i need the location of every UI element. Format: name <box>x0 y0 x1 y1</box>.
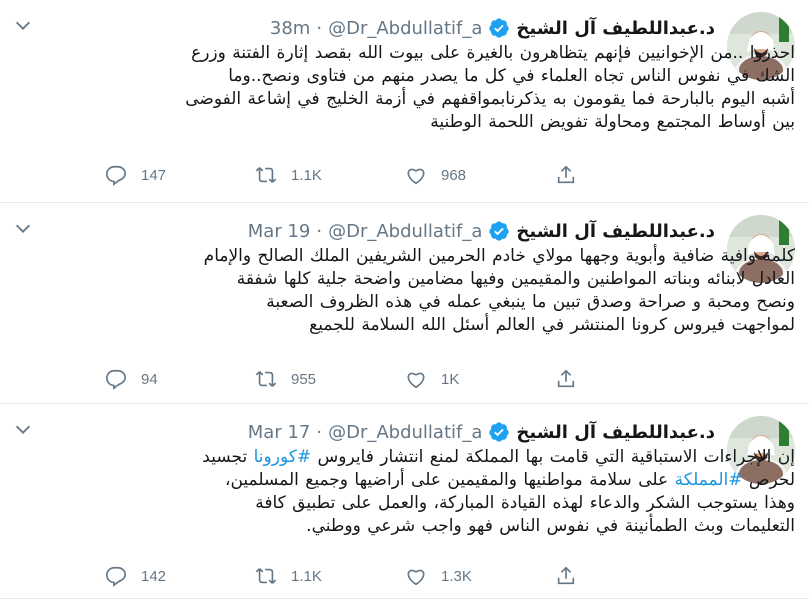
reply-icon <box>106 369 126 390</box>
retweet-icon <box>255 568 277 584</box>
reply-button[interactable]: 94 <box>105 368 255 390</box>
tweet-text-line: الشك في نفوس الناس تجاه العلماء في كل ما… <box>228 66 795 86</box>
tweet-header: د.عبداللطيف آل الشيخ @Dr_Abdullatif_a · … <box>270 14 715 42</box>
hashtag-link[interactable]: #المملكة <box>675 470 743 490</box>
tweet-timestamp[interactable]: Mar 17 <box>248 422 311 443</box>
chevron-down-icon[interactable] <box>12 217 34 239</box>
separator-dot: · <box>316 220 323 242</box>
share-button[interactable] <box>555 368 705 390</box>
author-name[interactable]: د.عبداللطيف آل الشيخ <box>516 18 715 39</box>
like-count: 1.3K <box>441 567 472 585</box>
reply-button[interactable]: 147 <box>105 164 255 186</box>
reply-count: 142 <box>141 567 167 585</box>
hashtag-link[interactable]: #كورونا <box>254 447 311 467</box>
tweet-text-line: لمواجهت فيروس كرونا المنتشر في العالم أس… <box>309 315 795 335</box>
retweet-icon <box>255 371 277 387</box>
tweet-header: د.عبداللطيف آل الشيخ @Dr_Abdullatif_a · … <box>248 418 715 446</box>
text-segment: إن الإجراءات الاستباقية التي قامت بها ال… <box>317 447 795 467</box>
verified-badge-icon <box>488 17 510 39</box>
tweet-text: إن الإجراءات الاستباقية التي قامت بها ال… <box>30 446 795 538</box>
tweet-text-line: لحرص #المملكة على سلامة مواطنيها والمقيم… <box>30 469 795 492</box>
author-name[interactable]: د.عبداللطيف آل الشيخ <box>516 221 715 242</box>
author-handle[interactable]: @Dr_Abdullatif_a <box>328 422 482 443</box>
tweet-timestamp[interactable]: Mar 19 <box>248 221 311 242</box>
text-segment: لحرص <box>748 470 795 490</box>
tweet-header: د.عبداللطيف آل الشيخ @Dr_Abdullatif_a · … <box>248 217 715 245</box>
like-button[interactable]: 968 <box>405 164 555 186</box>
share-icon <box>557 369 575 388</box>
like-button[interactable]: 1K <box>405 368 555 390</box>
reply-button[interactable]: 142 <box>105 565 255 587</box>
tweet-text-line: أشبه اليوم بالبارحة فما يقومون به يذكرنا… <box>185 89 795 109</box>
tweet[interactable]: د.عبداللطيف آل الشيخ @Dr_Abdullatif_a · … <box>0 0 809 203</box>
share-icon <box>557 566 575 585</box>
tweet-actions: 147 1.1K 968 <box>105 160 705 190</box>
like-count: 968 <box>441 166 467 184</box>
reply-icon <box>106 165 126 186</box>
tweet-text-line: ونصح ومحبة و صراحة وصدق تبين ما ينبغي عم… <box>266 292 795 312</box>
retweet-button[interactable]: 1.1K <box>255 565 405 587</box>
tweet-actions: 142 1.1K 1.3K <box>105 561 705 591</box>
tweet-feed: د.عبداللطيف آل الشيخ @Dr_Abdullatif_a · … <box>0 0 809 599</box>
retweet-button[interactable]: 955 <box>255 368 405 390</box>
share-button[interactable] <box>555 565 705 587</box>
like-count: 1K <box>441 370 460 388</box>
verified-badge-icon <box>488 220 510 242</box>
tweet-text-line: وهذا يستوجب الشكر والدعاء لهذه القيادة ا… <box>255 493 795 513</box>
chevron-down-icon[interactable] <box>12 14 34 36</box>
author-name[interactable]: د.عبداللطيف آل الشيخ <box>516 422 715 443</box>
like-icon <box>407 569 425 586</box>
retweet-count: 1.1K <box>291 166 322 184</box>
separator-dot: · <box>316 421 323 443</box>
retweet-count: 955 <box>291 370 317 388</box>
author-handle[interactable]: @Dr_Abdullatif_a <box>328 221 482 242</box>
tweet-actions: 94 955 1K <box>105 364 705 394</box>
separator-dot: · <box>316 17 323 39</box>
retweet-button[interactable]: 1.1K <box>255 164 405 186</box>
retweet-icon <box>255 167 277 183</box>
tweet-timestamp[interactable]: 38m <box>270 18 310 39</box>
reply-icon <box>106 566 126 587</box>
retweet-count: 1.1K <box>291 567 322 585</box>
reply-count: 94 <box>141 370 158 388</box>
share-icon <box>557 165 575 184</box>
share-button[interactable] <box>555 164 705 186</box>
chevron-down-icon[interactable] <box>12 418 34 440</box>
tweet-text-line: كلمة وافية ضافية وأبوية وجهها مولاي خادم… <box>203 246 795 266</box>
tweet-text-line: احذروا ..من الإخوانيين فإنهم يتظاهرون با… <box>191 43 795 63</box>
tweet[interactable]: د.عبداللطيف آل الشيخ @Dr_Abdullatif_a · … <box>0 404 809 599</box>
tweet-text-line: بين أوساط المجتمع ومحاولة تفويض اللحمة ا… <box>430 112 795 132</box>
tweet-text-line: إن الإجراءات الاستباقية التي قامت بها ال… <box>30 446 795 469</box>
tweet-text-line: العادل لابنائه وبناته المواطنين والمقيمي… <box>236 269 795 289</box>
verified-badge-icon <box>488 421 510 443</box>
text-segment: على سلامة مواطنيها والمقيمين على أراضيها… <box>224 470 669 490</box>
author-handle[interactable]: @Dr_Abdullatif_a <box>328 18 482 39</box>
tweet-text: كلمة وافية ضافية وأبوية وجهها مولاي خادم… <box>30 245 795 337</box>
text-segment: تجسيد <box>202 447 248 467</box>
like-button[interactable]: 1.3K <box>405 565 555 587</box>
like-icon <box>407 168 425 185</box>
tweet-text: احذروا ..من الإخوانيين فإنهم يتظاهرون با… <box>30 42 795 134</box>
reply-count: 147 <box>141 166 167 184</box>
like-icon <box>407 372 425 389</box>
tweet[interactable]: د.عبداللطيف آل الشيخ @Dr_Abdullatif_a · … <box>0 203 809 404</box>
tweet-text-line: التعليمات وبث الطمأنينة في نفوس الناس فه… <box>306 516 795 536</box>
